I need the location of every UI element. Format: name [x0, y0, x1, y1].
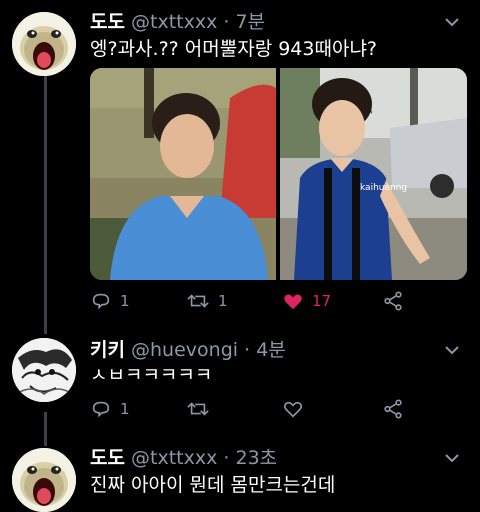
retweet-count: 1 [218, 292, 228, 310]
thread-line [44, 76, 47, 334]
avatar-image [12, 338, 76, 402]
photo-watermark: kaihuenng [360, 183, 407, 193]
chevron-down-icon[interactable] [442, 340, 462, 360]
timestamp[interactable]: 23초 [235, 447, 277, 469]
like-button[interactable] [282, 398, 304, 420]
share-icon [384, 291, 402, 311]
tweet-header: 도도 @txttxxx · 7분 [90, 10, 265, 34]
tweet-header: 도도 @txttxxx · 23초 [90, 446, 277, 470]
reply-icon [92, 401, 110, 418]
heart-icon [284, 294, 302, 310]
retweet-icon [187, 294, 209, 308]
avatar-image [12, 12, 76, 76]
timestamp[interactable]: 4분 [256, 339, 286, 361]
share-button[interactable] [382, 290, 404, 312]
photo-left-image [90, 68, 276, 280]
tweet-text: 엥?과사.?? 어머뿔자랑 943때아냐? [90, 38, 378, 60]
timestamp[interactable]: 7분 [235, 11, 265, 33]
like-button[interactable]: 17 [282, 290, 331, 312]
retweet-button[interactable]: 1 [186, 290, 228, 312]
share-button[interactable] [382, 398, 404, 420]
avatar[interactable] [12, 448, 76, 512]
avatar[interactable] [12, 338, 76, 402]
reply-count: 1 [120, 292, 130, 310]
avatar-image [12, 448, 76, 512]
username[interactable]: @txttxxx [131, 11, 217, 33]
share-icon [384, 399, 402, 419]
chevron-down-icon[interactable] [442, 12, 462, 32]
tweet-header: 키키 @huevongi · 4분 [90, 338, 286, 362]
retweet-icon [187, 402, 209, 416]
display-name[interactable]: 키키 [90, 339, 125, 361]
username[interactable]: @huevongi [131, 339, 238, 361]
username[interactable]: @txttxxx [131, 447, 217, 469]
media-grid[interactable]: kaihuenng [90, 68, 467, 280]
photo-left[interactable] [90, 68, 276, 280]
display-name[interactable]: 도도 [90, 447, 125, 469]
reply-icon [92, 293, 110, 310]
tweet-text: 진짜 아아이 뭔데 몸만크는건데 [90, 474, 336, 496]
like-count: 17 [312, 292, 332, 310]
photo-right-image: kaihuenng [280, 68, 467, 280]
photo-right[interactable]: kaihuenng [280, 68, 467, 280]
tweet-text: ㅅㅂㅋㅋㅋㅋㅋ [90, 364, 213, 386]
reply-button[interactable]: 1 [90, 398, 130, 420]
separator-dot: · [223, 11, 230, 33]
avatar[interactable] [12, 12, 76, 76]
heart-icon [283, 401, 303, 418]
reply-button[interactable]: 1 [90, 290, 130, 312]
tweet-actions: 1 1 17 [90, 290, 420, 316]
reply-count: 1 [120, 400, 130, 418]
chevron-down-icon[interactable] [442, 448, 462, 468]
thread-line [44, 412, 47, 446]
retweet-button[interactable] [186, 398, 210, 420]
display-name[interactable]: 도도 [90, 11, 125, 33]
separator-dot: · [223, 447, 230, 469]
tweet-actions: 1 [90, 398, 420, 424]
separator-dot: · [244, 339, 251, 361]
